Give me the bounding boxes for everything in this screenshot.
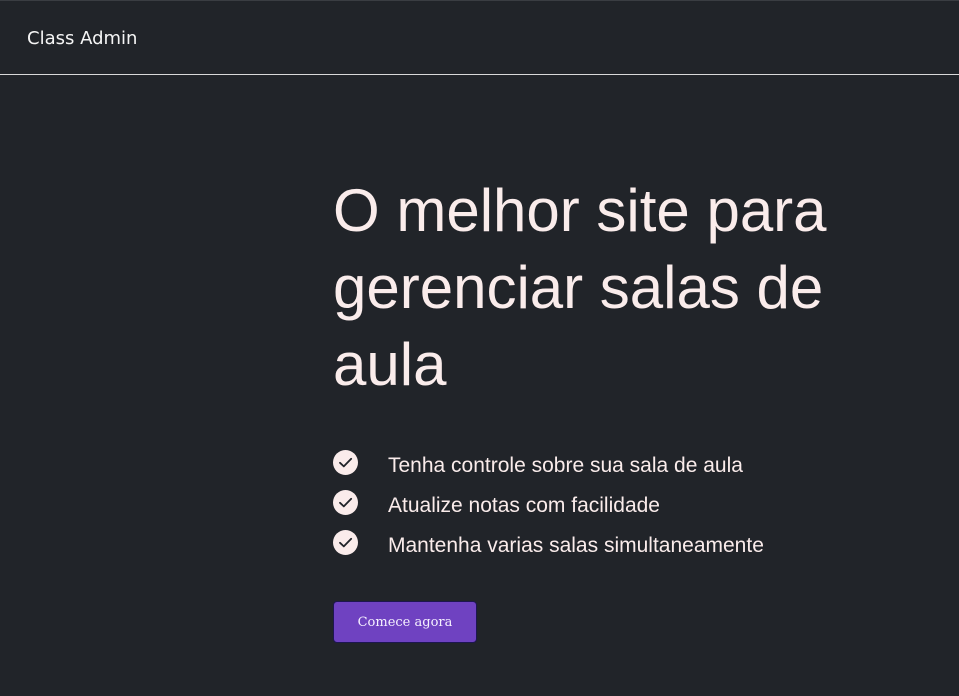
- feature-text: Atualize notas com facilidade: [388, 494, 660, 517]
- navbar: Class Admin: [0, 0, 959, 75]
- check-circle-icon: [333, 450, 358, 475]
- feature-text: Mantenha varias salas simultaneamente: [388, 534, 764, 557]
- hero-section: O melhor site para gerenciar salas de au…: [333, 172, 933, 403]
- check-circle-icon: [333, 530, 358, 555]
- check-circle-icon: [333, 490, 358, 515]
- hero-title: O melhor site para gerenciar salas de au…: [333, 177, 827, 398]
- brand-link[interactable]: Class Admin: [27, 28, 137, 50]
- get-started-button[interactable]: Comece agora: [333, 601, 477, 643]
- feature-text: Tenha controle sobre sua sala de aula: [388, 454, 743, 477]
